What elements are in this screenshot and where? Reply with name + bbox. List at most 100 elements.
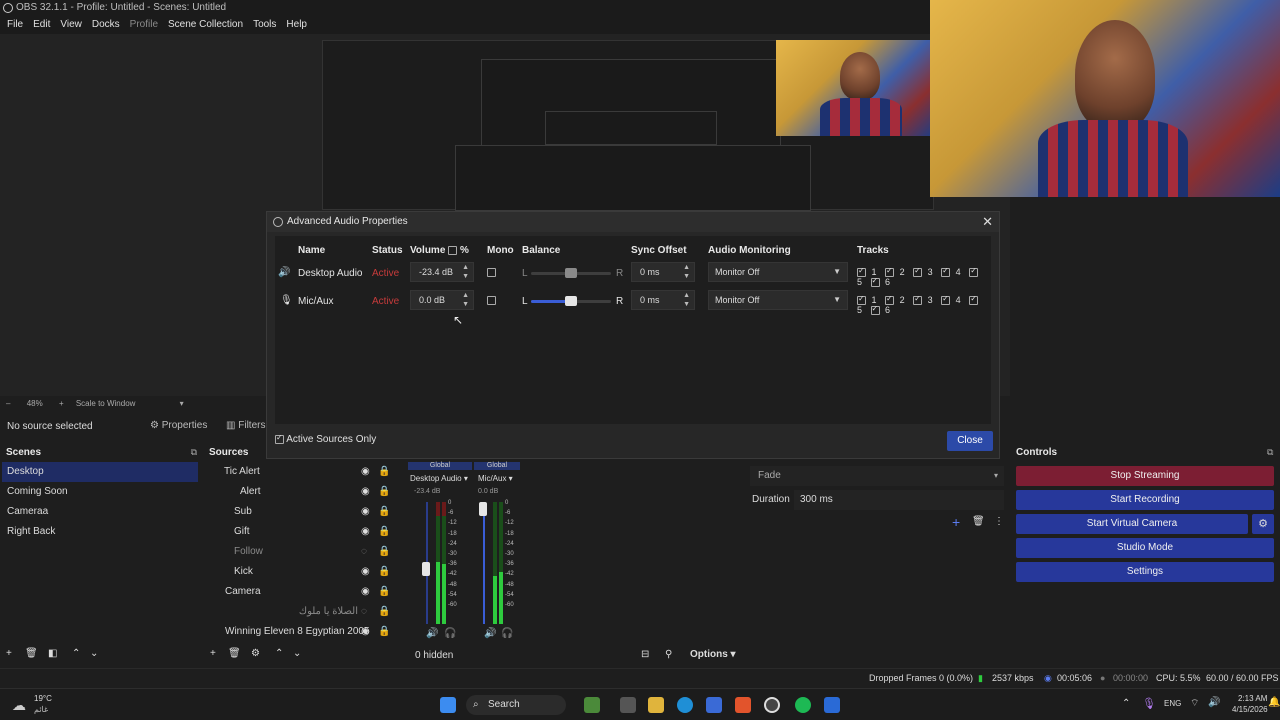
- menu-docks[interactable]: Docks: [87, 16, 125, 34]
- microphone-icon[interactable]: 🎙: [1142, 697, 1156, 710]
- sync-offset-spinbox[interactable]: 0 ms ▲ ▼: [631, 262, 695, 282]
- fader-handle[interactable]: [422, 562, 430, 576]
- scene-item-cameraa[interactable]: Cameraa: [2, 502, 198, 522]
- percent-checkbox[interactable]: [448, 245, 458, 255]
- transition-select[interactable]: Fade ▾: [750, 466, 1004, 486]
- track-checkbox[interactable]: 3: [913, 294, 936, 306]
- lock-icon[interactable]: 🔒: [378, 606, 390, 617]
- move-up-icon[interactable]: ⌃: [275, 648, 283, 659]
- lock-icon[interactable]: 🔒: [378, 566, 390, 577]
- mixer-channel-name[interactable]: Mic/Aux ▾: [478, 474, 513, 483]
- eye-hidden-icon[interactable]: ◌: [361, 546, 367, 557]
- zoom-minus[interactable]: –: [6, 399, 10, 408]
- chevron-up-icon[interactable]: ⌃: [1122, 698, 1130, 709]
- track-checkbox[interactable]: 2: [885, 294, 908, 306]
- active-sources-only-checkbox[interactable]: Active Sources Only: [275, 433, 376, 445]
- menu-help[interactable]: Help: [281, 16, 312, 34]
- add-scene-icon[interactable]: +: [6, 648, 12, 659]
- taskbar-search[interactable]: ⌕ Search: [466, 695, 566, 715]
- lock-icon[interactable]: 🔒: [378, 546, 390, 557]
- eye-icon[interactable]: ◉: [361, 486, 370, 497]
- eye-icon[interactable]: ◉: [361, 526, 370, 537]
- filters-button[interactable]: ▥ Filters: [226, 420, 265, 431]
- menu-tools[interactable]: Tools: [248, 16, 281, 34]
- slider-knob[interactable]: [565, 296, 577, 306]
- fader-track[interactable]: [483, 502, 485, 624]
- speaker-icon[interactable]: 🔊: [426, 628, 438, 639]
- settings-button[interactable]: Settings: [1016, 562, 1274, 582]
- windows-start-icon[interactable]: [440, 697, 456, 713]
- eye-icon[interactable]: ◉: [361, 566, 370, 577]
- lock-icon[interactable]: 🔒: [378, 626, 390, 637]
- duration-input[interactable]: 300 ms: [794, 490, 1004, 510]
- menu-edit[interactable]: Edit: [28, 16, 55, 34]
- mixer-options-button[interactable]: Options ▾: [690, 649, 736, 660]
- brave-icon[interactable]: [735, 697, 751, 713]
- clock-time[interactable]: 2:13 AM: [1238, 694, 1267, 703]
- edge-icon[interactable]: [677, 697, 693, 713]
- eye-icon[interactable]: ◉: [361, 586, 370, 597]
- track-checkbox[interactable]: 3: [913, 266, 936, 278]
- scale-mode[interactable]: Scale to Window: [76, 399, 136, 408]
- trash-icon[interactable]: 🗑: [972, 516, 985, 527]
- volume-icon[interactable]: 🔊: [1208, 697, 1220, 708]
- lock-icon[interactable]: 🔒: [378, 466, 390, 477]
- eye-icon[interactable]: ◉: [361, 506, 370, 517]
- link-icon[interactable]: ⚲: [665, 649, 672, 660]
- menu-file[interactable]: File: [2, 16, 28, 34]
- eye-icon[interactable]: ◉: [361, 466, 370, 477]
- scene-item-right-back[interactable]: Right Back: [2, 522, 198, 542]
- spotify-icon[interactable]: [795, 697, 811, 713]
- balance-slider[interactable]: [531, 268, 611, 278]
- eye-hidden-icon[interactable]: ◌: [361, 606, 367, 617]
- track-checkbox[interactable]: 6: [870, 276, 894, 288]
- zoom-plus[interactable]: +: [59, 399, 64, 408]
- volume-spinbox[interactable]: -23.4 dB ▲ ▼: [410, 262, 474, 282]
- volume-spinbox[interactable]: 0.0 dB ▲ ▼: [410, 290, 474, 310]
- headphones-icon[interactable]: 🎧: [501, 628, 513, 639]
- balance-slider[interactable]: [531, 296, 611, 306]
- menu-profile[interactable]: Profile: [125, 16, 163, 34]
- add-transition-icon[interactable]: +: [952, 514, 960, 530]
- widget-icon[interactable]: [584, 697, 600, 713]
- studio-mode-button[interactable]: Studio Mode: [1016, 538, 1274, 558]
- source-item[interactable]: الصلاة يا ملوك: [210, 602, 358, 622]
- layout-icon[interactable]: ⊟: [641, 649, 649, 660]
- fader-handle[interactable]: [479, 502, 487, 516]
- lock-icon[interactable]: 🔒: [378, 586, 390, 597]
- language-indicator[interactable]: ENG: [1164, 699, 1181, 708]
- undock-icon[interactable]: ⧉: [191, 447, 197, 458]
- bell-icon[interactable]: 🔔: [1268, 697, 1280, 708]
- lock-icon[interactable]: 🔒: [378, 486, 390, 497]
- lock-icon[interactable]: 🔒: [378, 506, 390, 517]
- eye-icon[interactable]: ◉: [361, 626, 370, 637]
- close-button[interactable]: Close: [947, 431, 993, 451]
- task-view-icon[interactable]: [620, 697, 636, 713]
- scene-item-coming-soon[interactable]: Coming Soon: [2, 482, 198, 502]
- monitoring-select[interactable]: Monitor Off ▼: [708, 290, 848, 310]
- scene-item-desktop[interactable]: Desktop: [2, 462, 198, 482]
- obs-taskbar-icon[interactable]: [764, 697, 780, 713]
- clock-date[interactable]: 4/15/2026: [1232, 705, 1268, 714]
- wifi-icon[interactable]: ⌔: [1190, 697, 1199, 710]
- track-checkbox[interactable]: 4: [941, 266, 964, 278]
- close-icon[interactable]: ✕: [982, 212, 993, 232]
- store-icon[interactable]: [706, 697, 722, 713]
- trash-icon[interactable]: 🗑: [228, 648, 241, 659]
- start-virtual-camera-button[interactable]: Start Virtual Camera: [1016, 514, 1248, 534]
- add-source-icon[interactable]: +: [210, 648, 216, 659]
- more-icon[interactable]: ⋮: [994, 516, 1004, 527]
- track-checkbox[interactable]: 2: [885, 266, 908, 278]
- undock-icon[interactable]: ⧉: [1267, 447, 1273, 458]
- start-recording-button[interactable]: Start Recording: [1016, 490, 1274, 510]
- menu-scene-collection[interactable]: Scene Collection: [163, 16, 248, 34]
- chevron-down-icon[interactable]: ▾: [180, 399, 184, 408]
- monitoring-select[interactable]: Monitor Off ▼: [708, 262, 848, 282]
- slider-knob[interactable]: [565, 268, 577, 278]
- properties-button[interactable]: ⚙ Properties: [150, 420, 207, 431]
- track-checkbox[interactable]: 6: [870, 304, 894, 316]
- move-up-icon[interactable]: ⌃: [72, 648, 80, 659]
- gear-icon[interactable]: ⚙: [1252, 514, 1274, 534]
- track-checkbox[interactable]: 4: [941, 294, 964, 306]
- menu-view[interactable]: View: [55, 16, 87, 34]
